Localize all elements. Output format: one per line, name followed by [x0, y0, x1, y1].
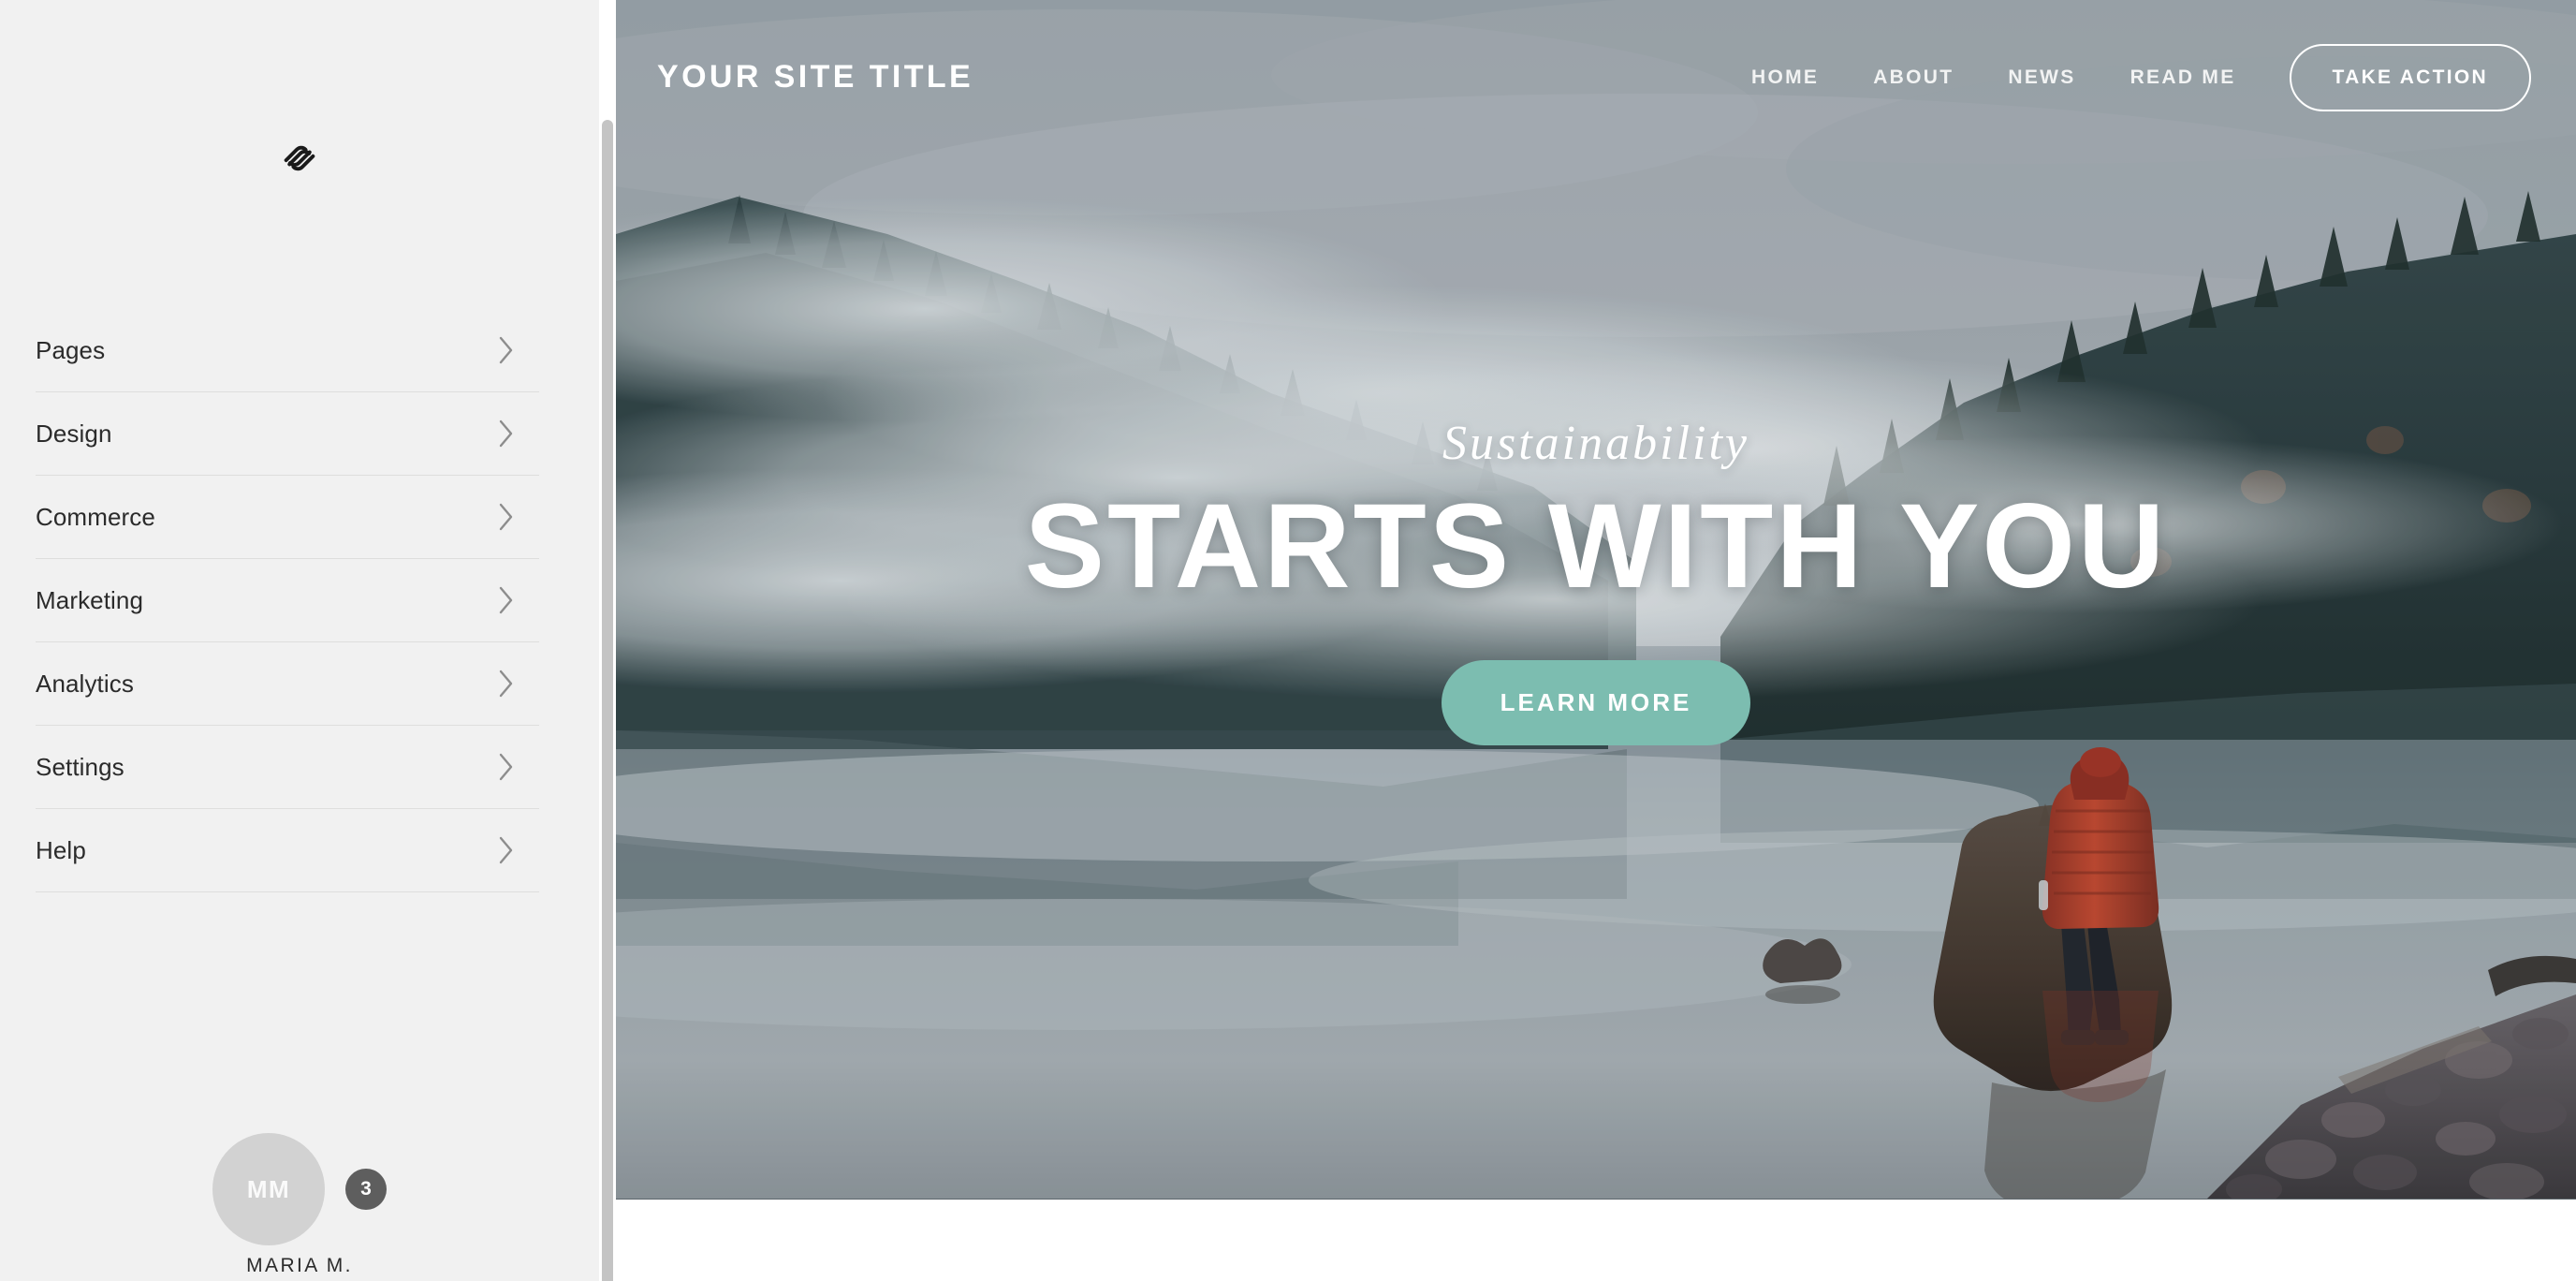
site-nav-link-home[interactable]: HOME: [1724, 66, 1846, 89]
sidebar-item-label: Help: [36, 836, 86, 864]
chevron-right-icon: [496, 751, 517, 783]
squarespace-logo-icon: [278, 137, 321, 180]
site-nav-link-about[interactable]: ABOUT: [1846, 66, 1981, 89]
site-nav-link-news[interactable]: NEWS: [1981, 66, 2102, 89]
chevron-right-icon: [496, 501, 517, 533]
squarespace-logo[interactable]: [0, 137, 599, 180]
sidebar-item-marketing[interactable]: Marketing: [36, 559, 539, 642]
sidebar-item-label: Design: [36, 420, 112, 448]
sidebar-item-label: Commerce: [36, 503, 155, 531]
sidebar-item-label: Pages: [36, 336, 106, 364]
squarespace-editor: Pages Design Commerce Marketing Analytic…: [0, 0, 2576, 1281]
preview-page-body: [616, 1199, 2576, 1281]
site-header: YOUR SITE TITLE HOME ABOUT NEWS READ ME …: [616, 0, 2576, 155]
chevron-right-icon: [496, 334, 517, 366]
sidebar-item-analytics[interactable]: Analytics: [36, 642, 539, 726]
account-row: MM 3: [0, 1133, 599, 1245]
hero-section: YOUR SITE TITLE HOME ABOUT NEWS READ ME …: [616, 0, 2576, 1199]
hero-eyebrow: Sustainability: [1442, 416, 1749, 470]
site-preview: YOUR SITE TITLE HOME ABOUT NEWS READ ME …: [616, 0, 2576, 1281]
chevron-right-icon: [496, 668, 517, 699]
site-nav-link-read-me[interactable]: READ ME: [2103, 66, 2263, 89]
sidebar-item-settings[interactable]: Settings: [36, 726, 539, 809]
sidebar-item-label: Settings: [36, 753, 124, 781]
chevron-right-icon: [496, 418, 517, 449]
sidebar-item-commerce[interactable]: Commerce: [36, 476, 539, 559]
sidebar-nav: Pages Design Commerce Marketing Analytic…: [36, 309, 539, 892]
editor-sidebar: Pages Design Commerce Marketing Analytic…: [0, 0, 599, 1281]
chevron-right-icon: [496, 584, 517, 616]
account-name-label: MARIA M.: [246, 1255, 353, 1276]
chevron-right-icon: [496, 834, 517, 866]
site-title[interactable]: YOUR SITE TITLE: [657, 59, 973, 96]
preview-scrollbar-track[interactable]: [599, 0, 616, 1281]
preview-scrollbar-thumb[interactable]: [602, 120, 613, 1281]
hero-content: Sustainability STARTS WITH YOU LEARN MOR…: [616, 0, 2576, 1199]
sidebar-item-label: Analytics: [36, 670, 134, 698]
site-nav: HOME ABOUT NEWS READ ME TAKE ACTION: [1724, 43, 2531, 111]
sidebar-item-help[interactable]: Help: [36, 809, 539, 892]
learn-more-button[interactable]: LEARN MORE: [1441, 660, 1751, 746]
sidebar-item-pages[interactable]: Pages: [36, 309, 539, 392]
avatar[interactable]: MM: [212, 1133, 325, 1245]
notification-badge[interactable]: 3: [345, 1169, 387, 1210]
sidebar-item-design[interactable]: Design: [36, 392, 539, 476]
account-section: MM 3 MARIA M.: [0, 1056, 599, 1281]
hero-headline: STARTS WITH YOU: [1024, 479, 2168, 613]
take-action-button[interactable]: TAKE ACTION: [2289, 43, 2531, 111]
sidebar-item-label: Marketing: [36, 586, 144, 614]
